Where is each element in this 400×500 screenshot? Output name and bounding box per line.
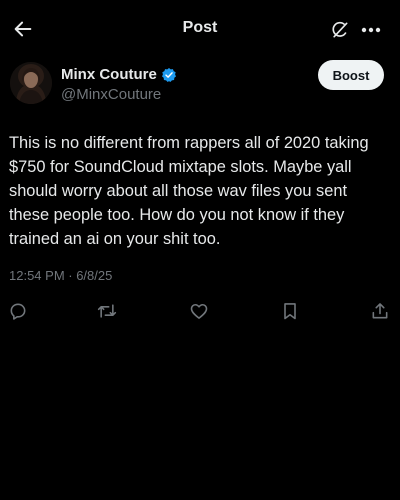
reply-icon <box>10 303 26 320</box>
bookmark-icon <box>284 303 296 320</box>
repost-icon <box>97 304 117 318</box>
top-bar: Post <box>0 0 400 56</box>
more-button[interactable] <box>359 20 383 40</box>
avatar-image <box>10 62 52 104</box>
post-text: This is no different from rappers all of… <box>9 134 369 248</box>
bookmark-button[interactable] <box>279 300 301 322</box>
heart-icon <box>190 303 208 319</box>
post-timestamp[interactable]: 12:54 PM · 6/8/25 <box>9 268 112 283</box>
more-horizontal-icon <box>361 27 381 33</box>
action-bar <box>0 300 400 322</box>
reply-button[interactable] <box>7 300 29 322</box>
author-name-row[interactable]: Minx Couture <box>61 66 177 83</box>
repost-button[interactable] <box>96 300 118 322</box>
user-handle[interactable]: @MinxCouture <box>61 86 161 103</box>
grok-icon <box>332 21 348 38</box>
like-button[interactable] <box>188 300 210 322</box>
display-name[interactable]: Minx Couture <box>61 66 157 83</box>
avatar[interactable] <box>10 62 52 104</box>
share-icon <box>372 303 388 319</box>
boost-button[interactable]: Boost <box>318 60 384 90</box>
grok-button[interactable] <box>328 18 352 42</box>
verified-badge-icon <box>161 67 177 83</box>
share-button[interactable] <box>369 300 391 322</box>
